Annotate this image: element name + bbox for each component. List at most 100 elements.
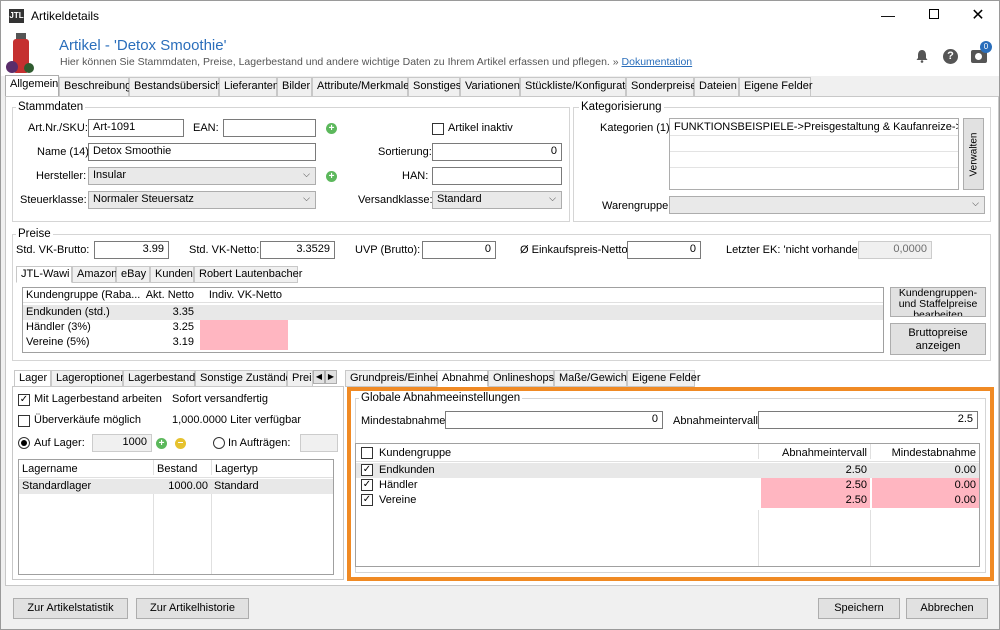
tab-scroll-left-icon[interactable]: ◀ [313, 370, 325, 384]
row-min[interactable]: 0.00 [872, 478, 979, 493]
ek-input[interactable]: 0 [627, 241, 701, 259]
verwalten-button[interactable]: Verwalten [963, 118, 984, 190]
vk-brutto-label: Std. VK-Brutto: [16, 244, 90, 256]
tab-variationen[interactable]: Variationen [460, 77, 520, 96]
row-checkbox[interactable]: ✓ [361, 494, 373, 506]
vk-brutto-input[interactable]: 3.99 [94, 241, 169, 259]
tab-bestandsuebersicht[interactable]: Bestandsübersicht [129, 77, 225, 96]
col-indiv-vk[interactable]: Indiv. VK-Netto [197, 288, 285, 303]
documentation-link[interactable]: Dokumentation [622, 56, 693, 68]
lager-tab-optionen[interactable]: Lageroptionen [51, 370, 126, 387]
tab-sonderpreise[interactable]: Sonderpreise [626, 77, 696, 96]
artikelstatistik-button[interactable]: Zur Artikelstatistik [13, 598, 128, 619]
row-indiv[interactable] [200, 335, 288, 350]
row-min[interactable]: 0.00 [872, 493, 979, 508]
mit-lager-checkbox[interactable]: ✓ [18, 394, 30, 406]
kategorie-item[interactable]: FUNKTIONSBEISPIELE->Preisgestaltung & Ka… [670, 119, 958, 136]
maximize-button[interactable] [919, 4, 949, 24]
abnahme-tab-onlineshops[interactable]: Onlineshops [488, 370, 554, 387]
preise-tab-robert[interactable]: Robert Lautenbacher [194, 266, 302, 283]
artikel-inaktiv-checkbox[interactable] [432, 123, 444, 135]
artikelhistorie-button[interactable]: Zur Artikelhistorie [136, 598, 249, 619]
lager-tab-bestand[interactable]: Lagerbestand [123, 370, 195, 387]
tab-eigene-felder[interactable]: Eigene Felder [739, 77, 813, 96]
abnahme-tab-abnahme[interactable]: Abnahme [437, 370, 489, 387]
tab-stueckliste[interactable]: Stückliste/Konfigurator [520, 77, 635, 96]
tab-lieferanten[interactable]: Lieferanten [219, 77, 279, 96]
row-interval[interactable]: 2.50 [761, 493, 870, 508]
row-indiv[interactable] [200, 320, 288, 335]
ueberverkauf-checkbox[interactable] [18, 415, 30, 427]
hersteller-add-icon[interactable]: + [326, 171, 337, 182]
ean-add-icon[interactable]: + [326, 123, 337, 134]
preise-tab-amazon[interactable]: Amazon [72, 266, 117, 283]
row-indiv[interactable] [197, 305, 285, 320]
han-input[interactable] [432, 167, 562, 185]
abnahme-tab-masse[interactable]: Maße/Gewicht [554, 370, 630, 387]
abbrechen-button[interactable]: Abbrechen [906, 598, 988, 619]
auf-lager-add-icon[interactable]: + [156, 438, 167, 449]
bruttopreise-button[interactable]: Bruttopreise anzeigen [890, 323, 986, 355]
in-auftraegen-radio[interactable] [213, 437, 225, 449]
help-icon[interactable]: ? [943, 49, 958, 64]
sortierung-input[interactable]: 0 [432, 143, 562, 161]
preise-tab-ebay[interactable]: eBay [116, 266, 150, 283]
tab-scroll-right-icon[interactable]: ▶ [325, 370, 337, 384]
tab-allgemein[interactable]: Allgemein [5, 75, 59, 96]
bell-icon[interactable] [915, 49, 929, 63]
table-row[interactable]: ✓ Händler 2.50 0.00 [356, 478, 979, 493]
tab-sonstiges[interactable]: Sonstiges [408, 77, 461, 96]
lager-tab-lager[interactable]: Lager [14, 370, 51, 387]
table-row[interactable]: Endkunden (std.) 3.35 [23, 305, 883, 320]
row-interval[interactable]: 2.50 [758, 463, 870, 478]
col-kundengruppe[interactable]: Kundengruppe [376, 444, 756, 459]
col-lagertyp[interactable]: Lagertyp [211, 460, 291, 475]
artnr-input[interactable]: Art-1091 [88, 119, 184, 137]
ean-input[interactable] [223, 119, 316, 137]
name-input[interactable]: Detox Smoothie [88, 143, 316, 161]
row-min[interactable]: 0.00 [870, 463, 979, 478]
col-kundengruppe[interactable]: Kundengruppe (Raba... [23, 288, 141, 303]
table-row[interactable]: Händler (3%) 3.25 [23, 320, 883, 335]
lager-tab-preis[interactable]: Preis [287, 370, 313, 387]
steuerklasse-select[interactable]: Normaler Steuersatz ⌵ [88, 191, 316, 209]
hersteller-select[interactable]: Insular ⌵ [88, 167, 316, 185]
minimize-button[interactable]: — [873, 7, 903, 25]
col-lagername[interactable]: Lagername [19, 460, 153, 475]
select-all-checkbox[interactable] [361, 447, 373, 459]
table-row[interactable]: ✓ Vereine 2.50 0.00 [356, 493, 979, 508]
kategorien-list[interactable]: FUNKTIONSBEISPIELE->Preisgestaltung & Ka… [669, 118, 959, 190]
tab-beschreibung[interactable]: Beschreibung [59, 77, 131, 96]
abnahme-tab-eigene-felder[interactable]: Eigene Felder [627, 370, 701, 387]
tab-attribute[interactable]: Attribute/Merkmale [312, 77, 409, 96]
warengruppe-select[interactable]: ⌵ [669, 196, 985, 214]
col-abnahmeintervall[interactable]: Abnahmeintervall [758, 444, 870, 459]
preise-tab-jtl-wawi[interactable]: JTL-Wawi [16, 266, 72, 283]
col-mindestabnahme[interactable]: Mindestabnahme [870, 444, 979, 459]
table-row[interactable]: Standardlager 1000.00 Standard [19, 479, 333, 494]
in-auftraegen-label: In Aufträgen: [228, 437, 291, 449]
preise-tab-kunden[interactable]: Kunden [150, 266, 194, 283]
uvp-input[interactable]: 0 [422, 241, 496, 259]
row-interval[interactable]: 2.50 [761, 478, 870, 493]
tab-dateien[interactable]: Dateien [694, 77, 739, 96]
auf-lager-radio[interactable] [18, 437, 30, 449]
versandklasse-select[interactable]: Standard ⌵ [432, 191, 562, 209]
abnahme-tab-grundpreis[interactable]: Grundpreis/Einheit [345, 370, 441, 387]
row-checkbox[interactable]: ✓ [361, 464, 373, 476]
table-row[interactable]: ✓ Endkunden 2.50 0.00 [356, 463, 979, 478]
speichern-button[interactable]: Speichern [818, 598, 900, 619]
row-checkbox[interactable]: ✓ [361, 479, 373, 491]
col-akt-netto[interactable]: Akt. Netto [141, 288, 197, 303]
lager-tab-zustaende[interactable]: Sonstige Zustände [195, 370, 292, 387]
staffelpreise-button[interactable]: Kundengruppen- und Staffelpreise bearbei… [890, 287, 986, 317]
tab-bilder[interactable]: Bilder [277, 77, 312, 96]
smoothie-bottle-icon [6, 33, 34, 73]
close-button[interactable]: ✕ [963, 5, 993, 25]
vk-netto-input[interactable]: 3.3529 [260, 241, 335, 259]
table-row[interactable]: Vereine (5%) 3.19 [23, 335, 883, 350]
mindestabnahme-input[interactable]: 0 [445, 411, 663, 429]
abnahmeintervall-input[interactable]: 2.5 [758, 411, 978, 429]
auf-lager-minus-icon[interactable]: – [175, 438, 186, 449]
col-bestand[interactable]: Bestand [153, 460, 211, 475]
